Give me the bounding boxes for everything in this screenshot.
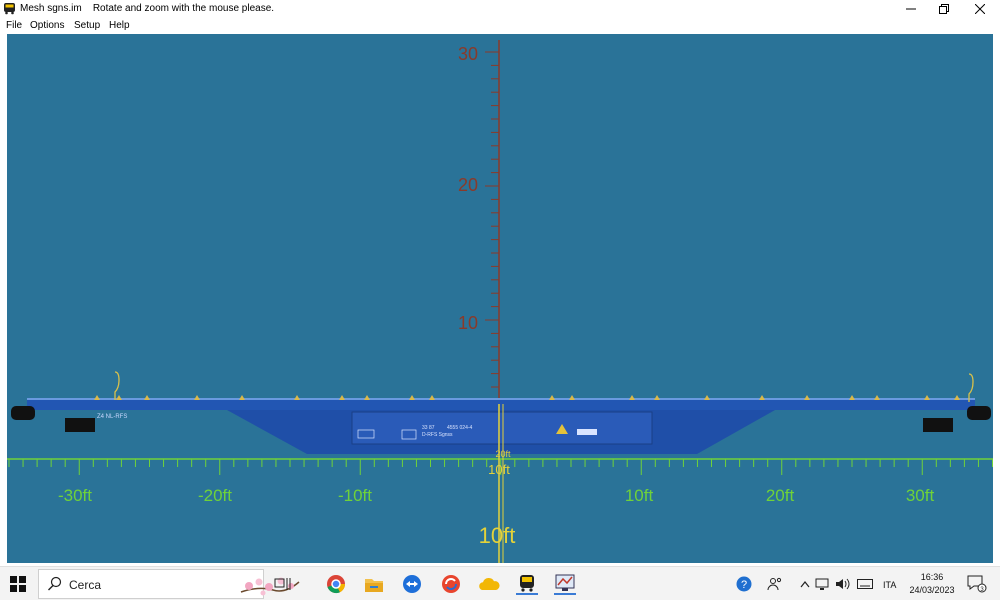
taskbar: Cerca ? ITA 16:36 24/03/2023 3 bbox=[0, 566, 1000, 600]
left-handle bbox=[114, 371, 120, 400]
v-axis-label-20: 20 bbox=[458, 175, 478, 195]
container-pin bbox=[339, 395, 345, 400]
menu-file[interactable]: File bbox=[6, 20, 22, 31]
onedrive-icon[interactable] bbox=[478, 573, 500, 595]
window-subtitle: Rotate and zoom with the mouse please. bbox=[92, 3, 275, 14]
right-handle bbox=[968, 373, 974, 402]
container-pin bbox=[409, 395, 415, 400]
clock-time: 16:36 bbox=[920, 572, 944, 582]
container-pin bbox=[654, 395, 660, 400]
container-pin bbox=[954, 395, 960, 400]
center-marking-2: 4555 024-4 bbox=[447, 425, 473, 431]
container-pin bbox=[569, 395, 575, 400]
people-icon[interactable] bbox=[764, 573, 786, 595]
menu-options[interactable]: Options bbox=[30, 20, 64, 31]
wagon-model: Z4 NL-RFS 33 87 4555 024-4 D-RFS Sgnss bbox=[11, 371, 991, 454]
help-tray-icon[interactable]: ? bbox=[733, 573, 755, 595]
wagon-deck-edge bbox=[27, 398, 975, 400]
depth-label-10-far: 10ft bbox=[479, 523, 516, 548]
container-pin bbox=[874, 395, 880, 400]
clock[interactable]: 16:36 24/03/2023 bbox=[909, 571, 955, 597]
wagon-center-panel bbox=[351, 411, 653, 445]
container-pin bbox=[294, 395, 300, 400]
search-placeholder: Cerca bbox=[69, 578, 102, 592]
v-axis-label-10: 10 bbox=[458, 313, 478, 333]
help-tray-text: ? bbox=[741, 579, 747, 591]
teamviewer-icon[interactable] bbox=[401, 573, 423, 595]
chrome-icon[interactable] bbox=[325, 573, 347, 595]
container-pin bbox=[429, 395, 435, 400]
train-app-icon[interactable] bbox=[516, 573, 538, 595]
menu-help[interactable]: Help bbox=[109, 20, 130, 31]
depth-label-20: 20ft bbox=[495, 449, 511, 459]
menu-bar: File Options Setup Help bbox=[0, 18, 1000, 34]
depth-label-10-near: 10ft bbox=[488, 462, 510, 477]
container-pin bbox=[629, 395, 635, 400]
h-axis-label-20: 20ft bbox=[766, 486, 795, 505]
left-marking: Z4 NL-RFS bbox=[97, 414, 127, 420]
vertical-axis-ticks bbox=[485, 51, 499, 388]
close-icon bbox=[975, 4, 985, 14]
container-pin bbox=[704, 395, 710, 400]
container-pin bbox=[849, 395, 855, 400]
h-axis-label-10: 10ft bbox=[625, 486, 654, 505]
viewport-canvas[interactable]: 30 20 10 Z4 NL-RFS 33 87 4555 024-4 D-RF… bbox=[7, 34, 993, 563]
h-axis-label-neg30: -30ft bbox=[58, 486, 92, 505]
container-pin bbox=[194, 395, 200, 400]
center-marking-3: D-RFS Sgnss bbox=[422, 432, 453, 438]
container-pin bbox=[94, 395, 100, 400]
h-axis-label-30: 30ft bbox=[906, 486, 935, 505]
marking-plate bbox=[577, 429, 597, 435]
task-view-icon[interactable] bbox=[272, 573, 294, 595]
cleaner-icon[interactable] bbox=[440, 573, 462, 595]
windows-start-icon[interactable] bbox=[10, 576, 26, 592]
search-icon bbox=[48, 576, 62, 591]
clock-date: 24/03/2023 bbox=[909, 585, 955, 595]
keyboard-icon[interactable] bbox=[854, 573, 876, 595]
volume-icon[interactable] bbox=[832, 573, 854, 595]
container-pin bbox=[924, 395, 930, 400]
file-explorer-icon[interactable] bbox=[363, 573, 385, 595]
menu-setup[interactable]: Setup bbox=[74, 20, 100, 31]
network-icon[interactable] bbox=[812, 573, 834, 595]
h-axis-label-neg20: -20ft bbox=[198, 486, 232, 505]
right-bogie bbox=[923, 418, 953, 432]
container-pin bbox=[239, 395, 245, 400]
container-pin bbox=[804, 395, 810, 400]
container-pin bbox=[549, 395, 555, 400]
restore-icon bbox=[939, 4, 949, 14]
mesh-viewport[interactable]: 30 20 10 Z4 NL-RFS 33 87 4555 024-4 D-RF… bbox=[7, 34, 993, 563]
right-buffer bbox=[967, 406, 991, 420]
center-marking-1: 33 87 bbox=[422, 425, 435, 431]
window-title: Mesh sgns.im Rotate and zoom with the mo… bbox=[20, 3, 275, 14]
mesh-viewer-icon[interactable] bbox=[554, 573, 576, 595]
taskbar-search[interactable]: Cerca bbox=[38, 569, 300, 599]
container-pin bbox=[116, 395, 122, 400]
container-pin bbox=[144, 395, 150, 400]
restore-button[interactable] bbox=[929, 0, 959, 18]
close-button[interactable] bbox=[965, 0, 995, 18]
container-pin bbox=[364, 395, 370, 400]
minimize-icon bbox=[906, 8, 916, 10]
notification-icon[interactable]: 3 bbox=[966, 573, 988, 595]
left-bogie bbox=[65, 418, 95, 432]
container-pin bbox=[759, 395, 765, 400]
left-buffer bbox=[11, 406, 35, 420]
app-train-icon bbox=[4, 3, 15, 15]
h-axis-label-neg10: -10ft bbox=[338, 486, 372, 505]
v-axis-label-30: 30 bbox=[458, 44, 478, 64]
title-bar: Mesh sgns.im Rotate and zoom with the mo… bbox=[0, 0, 1000, 18]
language-indicator[interactable]: ITA bbox=[883, 580, 896, 590]
minimize-button[interactable] bbox=[896, 0, 926, 18]
